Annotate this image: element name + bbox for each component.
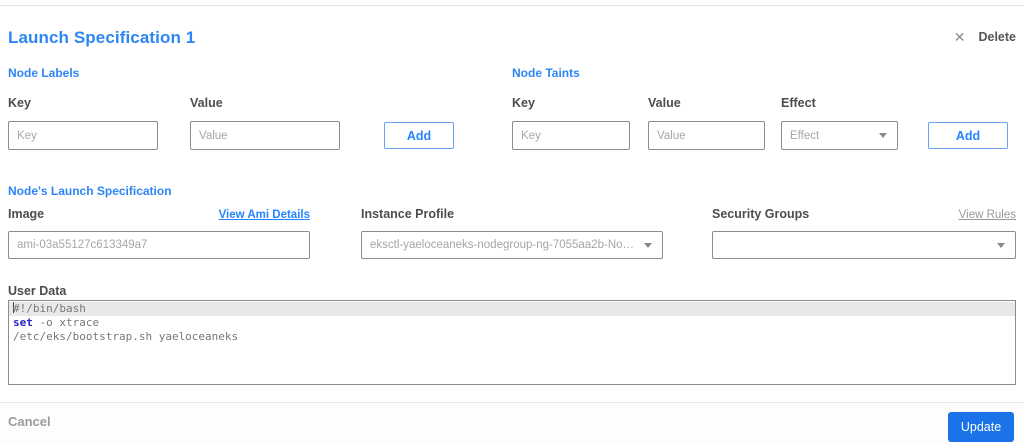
node-taints-key-input[interactable] [512, 121, 630, 150]
code-line-1: #!/bin/bash [9, 302, 1015, 316]
node-labels-key-input[interactable] [8, 121, 158, 150]
security-groups-label: Security Groups [712, 207, 810, 221]
view-ami-details-link[interactable]: View Ami Details [219, 209, 310, 221]
view-rules-link[interactable]: View Rules [959, 209, 1016, 221]
node-taints-key-label: Key [512, 96, 535, 110]
update-button[interactable]: Update [948, 412, 1014, 442]
node-labels-value-label: Value [190, 96, 223, 110]
delete-label: Delete [978, 30, 1016, 44]
node-labels-section-title: Node Labels [8, 66, 80, 80]
code-line-3: /etc/eks/bootstrap.sh yaeloceaneks [13, 330, 239, 343]
chevron-down-icon [879, 133, 887, 138]
node-taints-value-input[interactable] [648, 121, 765, 150]
chevron-down-icon [644, 242, 652, 248]
node-labels-value-input[interactable] [190, 121, 340, 150]
chevron-down-icon [997, 242, 1005, 248]
footer-divider [0, 402, 1024, 403]
instance-profile-select[interactable]: eksctl-yaeloceaneks-nodegroup-ng-7055aa2… [361, 231, 663, 259]
top-divider [0, 5, 1024, 6]
node-taints-effect-label: Effect [781, 96, 816, 110]
node-taints-section-title: Node Taints [512, 66, 580, 80]
user-data-label: User Data [8, 284, 67, 298]
node-taints-value-label: Value [648, 96, 681, 110]
footer-bar [0, 403, 1024, 444]
image-input[interactable] [8, 231, 310, 259]
effect-select-placeholder: Effect [790, 129, 820, 142]
code-line-2: set -o xtrace [13, 316, 100, 329]
launch-spec-section-title: Node's Launch Specification [8, 184, 172, 198]
node-labels-key-label: Key [8, 96, 31, 110]
delete-button[interactable]: ✕ Delete [954, 30, 1016, 44]
image-label: Image [8, 207, 45, 221]
node-taints-effect-select[interactable]: Effect [781, 121, 898, 150]
user-data-editor[interactable]: #!/bin/bash set -o xtrace /etc/eks/boots… [8, 300, 1016, 385]
node-taints-add-button[interactable]: Add [928, 122, 1008, 149]
close-icon[interactable]: ✕ [954, 30, 966, 44]
instance-profile-value: eksctl-yaeloceaneks-nodegroup-ng-7055aa2… [370, 239, 638, 251]
security-groups-select[interactable] [712, 231, 1016, 259]
instance-profile-label: Instance Profile [361, 207, 455, 221]
launch-specification-panel: Launch Specification 1 ✕ Delete Node Lab… [0, 0, 1024, 444]
cancel-button[interactable]: Cancel [8, 414, 51, 429]
page-title: Launch Specification 1 [8, 28, 196, 47]
node-labels-add-button[interactable]: Add [384, 122, 454, 149]
